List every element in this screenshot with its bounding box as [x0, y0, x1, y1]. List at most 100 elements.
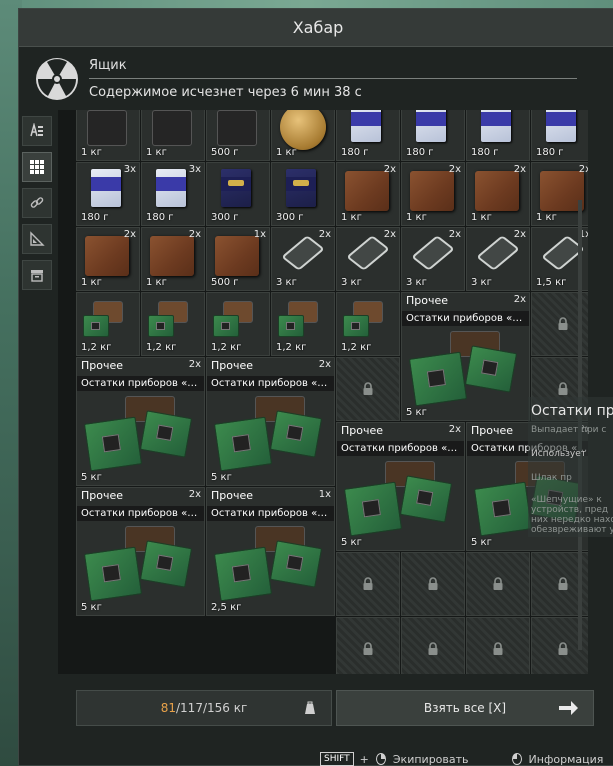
pack-art: [481, 110, 511, 142]
inventory-slot[interactable]: 1,2 кг: [141, 292, 205, 356]
inventory-slot[interactable]: 3x180 г: [401, 110, 465, 161]
lock-icon: [363, 642, 373, 655]
item-name: Остатки приборов «Ше...: [77, 506, 204, 521]
item-weight: 3 кг: [276, 277, 297, 288]
tooltip-line: Выпадает при с: [531, 425, 607, 435]
inventory-slot[interactable]: 2x1 кг: [76, 110, 140, 161]
bigboard-art: [408, 331, 522, 411]
weight-limits: /117/156 кг: [176, 701, 248, 715]
item-category: Прочее: [211, 489, 254, 502]
circuit-board-art: [213, 315, 239, 337]
sort-icon[interactable]: [22, 116, 52, 146]
item-quantity: 2x: [448, 424, 461, 435]
glass-art: [476, 235, 520, 271]
item-quantity: 2x: [123, 229, 136, 240]
inventory-slot[interactable]: 2x1 кг: [141, 227, 205, 291]
item-quantity: 1x: [318, 489, 331, 500]
inventory-slot[interactable]: 2x1 кг: [466, 162, 530, 226]
inventory-slot[interactable]: 1,2 кг: [336, 292, 400, 356]
circuit-board-art: [464, 345, 518, 393]
item-weight: 1 кг: [276, 147, 297, 158]
item-weight: 300 г: [211, 212, 239, 223]
container-name: Ящик: [89, 58, 127, 73]
take-all-button[interactable]: Взять все [X]: [336, 690, 594, 726]
filter-icon[interactable]: [22, 224, 52, 254]
inventory-slot[interactable]: 1x500 г: [206, 110, 270, 161]
inventory-slot-large[interactable]: Прочее 2x Остатки приборов «Ше... 5 кг: [206, 357, 335, 486]
item-weight: 1,2 кг: [276, 342, 307, 353]
item-weight: 1,5 кг: [536, 277, 567, 288]
inventory-slot[interactable]: 2x 3 кг: [271, 227, 335, 291]
inventory-slot[interactable]: 2x1 кг: [401, 162, 465, 226]
item-name: Остатки приборов «Ше...: [402, 311, 529, 326]
tooltip-line: устройств, пред: [531, 505, 609, 515]
inventory-slot[interactable]: 1,2 кг: [76, 292, 140, 356]
inventory-slot[interactable]: 300 г: [206, 162, 270, 226]
item-weight: 1,2 кг: [146, 342, 177, 353]
item-quantity: 2x: [318, 359, 331, 370]
inventory-slot[interactable]: 3x180 г: [466, 110, 530, 161]
pack-art: [416, 110, 446, 142]
link-icon[interactable]: [22, 188, 52, 218]
item-weight: 180 г: [146, 212, 174, 223]
inventory-slot[interactable]: 300 г: [271, 162, 335, 226]
item-category: Прочее: [211, 359, 254, 372]
item-weight: 5 кг: [341, 537, 362, 548]
inventory-slot[interactable]: 1,2 кг: [271, 292, 335, 356]
inventory-slot[interactable]: 3x180 г: [531, 110, 588, 161]
tooltip-line: них нередко нахо: [531, 515, 613, 525]
pack-art: [546, 110, 576, 142]
weight-icon: [305, 701, 315, 714]
hint-equip: Экипировать: [392, 752, 469, 766]
tooltip-line: Использует: [531, 449, 587, 459]
item-weight: 1 кг: [341, 212, 362, 223]
item-weight: 1,2 кг: [341, 342, 372, 353]
item-name: Остатки приборов «Ше...: [337, 441, 464, 456]
lock-icon: [363, 577, 373, 590]
grid-icon[interactable]: [22, 152, 52, 182]
take-all-label: Взять все [X]: [423, 701, 507, 715]
inventory-slot[interactable]: 2x 3 кг: [466, 227, 530, 291]
inventory-slot[interactable]: 2x 1 кг: [76, 227, 140, 291]
lock-icon: [363, 382, 373, 395]
item-quantity: 2x: [188, 489, 201, 500]
footer-bar: 81/117/156 кг Взять все [X]: [76, 690, 594, 726]
header-divider: [89, 78, 577, 79]
item-quantity: 2x: [188, 359, 201, 370]
inventory-slot[interactable]: 2x 3 кг: [336, 227, 400, 291]
item-weight: 180 г: [81, 212, 109, 223]
item-name: Остатки приборов «Ше...: [207, 506, 334, 521]
item-quantity: 3x: [123, 164, 136, 175]
wallet-art: [475, 171, 519, 211]
inventory-slot-large[interactable]: Прочее 2x Остатки приборов «Ше... 5 кг: [336, 422, 465, 551]
inventory-slot[interactable]: 3x 180 г: [76, 162, 140, 226]
pack-art: [91, 169, 121, 207]
inventory-slot[interactable]: 10x1 кг: [271, 110, 335, 161]
item-weight: 5 кг: [81, 602, 102, 613]
inventory-slot-large[interactable]: Прочее 2x Остатки приборов «Ше... 5 кг: [76, 487, 205, 616]
lock-icon: [428, 577, 438, 590]
item-weight: 1 кг: [81, 277, 102, 288]
inventory-slot-large[interactable]: Прочее 2x Остатки приборов «Ше... 5 кг: [401, 292, 530, 421]
glass-art: [346, 235, 390, 271]
inventory-slot[interactable]: 2x 3 кг: [401, 227, 465, 291]
inventory-slot-large[interactable]: Прочее 1x Остатки приборов «Ше... 2,5 кг: [206, 487, 335, 616]
inventory-slot-large[interactable]: Прочее 2x Остатки приборов «Ше... 5 кг: [76, 357, 205, 486]
inventory-slot[interactable]: 3x180 г: [336, 110, 400, 161]
inventory-slot[interactable]: 3x 180 г: [141, 162, 205, 226]
circuit-board-art: [139, 540, 193, 588]
board-art: [213, 301, 263, 343]
inventory-slot[interactable]: 2x1 кг: [141, 110, 205, 161]
item-quantity: 3x: [188, 164, 201, 175]
archive-icon[interactable]: [22, 260, 52, 290]
phone-art: [217, 110, 257, 146]
inventory-slot[interactable]: 1x500 г: [206, 227, 270, 291]
locked-slot: [336, 552, 400, 616]
glass-art: [411, 235, 455, 271]
inventory-slot[interactable]: 1,2 кг: [206, 292, 270, 356]
pack-art: [156, 169, 186, 207]
inventory-slot[interactable]: 2x1 кг: [336, 162, 400, 226]
tooltip-line: обезвреживают учен: [531, 525, 613, 535]
loot-grid: 2x 1 кг 2x 1 кг 1x 500 г 10x1 кг 3x 180 г 3x 180 г…: [58, 110, 588, 674]
item-category: Прочее: [81, 489, 124, 502]
